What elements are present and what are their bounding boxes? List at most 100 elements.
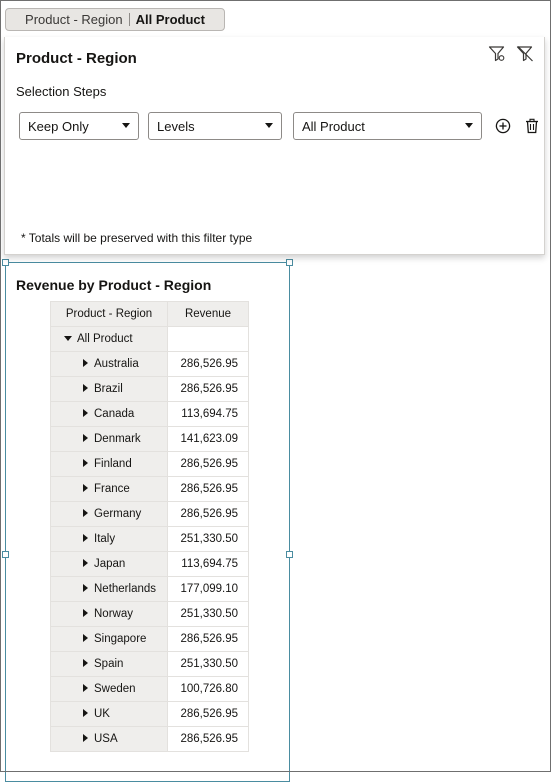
resize-handle-top-left[interactable] bbox=[2, 259, 9, 266]
root-row-value bbox=[167, 326, 249, 352]
row-label: Spain bbox=[94, 658, 124, 670]
root-row-header[interactable]: All Product bbox=[50, 326, 168, 352]
revenue-cell: 286,526.95 bbox=[167, 476, 249, 502]
row-label: Japan bbox=[94, 558, 126, 570]
expand-triangle-icon[interactable] bbox=[83, 534, 88, 543]
table-row: Canada 113,694.75 bbox=[50, 401, 249, 427]
row-label: Denmark bbox=[94, 433, 141, 445]
row-header[interactable]: Canada bbox=[50, 401, 168, 427]
expand-triangle-icon[interactable] bbox=[83, 609, 88, 618]
expand-triangle-icon[interactable] bbox=[83, 484, 88, 493]
filter-panel-title: Product - Region bbox=[16, 50, 137, 67]
table-row: Brazil 286,526.95 bbox=[50, 376, 249, 402]
revenue-cell: 286,526.95 bbox=[167, 626, 249, 652]
table-row: Japan 113,694.75 bbox=[50, 551, 249, 577]
chevron-down-icon bbox=[465, 123, 473, 128]
expand-triangle-icon[interactable] bbox=[83, 559, 88, 568]
table-row: Italy 251,330.50 bbox=[50, 526, 249, 552]
expand-triangle-icon[interactable] bbox=[83, 509, 88, 518]
row-header[interactable]: Spain bbox=[50, 651, 168, 677]
filter-panel-toolbar bbox=[488, 45, 534, 63]
row-label: Brazil bbox=[94, 383, 123, 395]
expand-triangle-icon[interactable] bbox=[83, 709, 88, 718]
row-label: France bbox=[94, 483, 130, 495]
row-header[interactable]: UK bbox=[50, 701, 168, 727]
viz-title: Revenue by Product - Region bbox=[16, 277, 212, 293]
row-header[interactable]: Finland bbox=[50, 451, 168, 477]
row-header[interactable]: USA bbox=[50, 726, 168, 752]
totals-footnote: * Totals will be preserved with this fil… bbox=[21, 231, 253, 245]
row-header[interactable]: France bbox=[50, 476, 168, 502]
row-header[interactable]: Germany bbox=[50, 501, 168, 527]
revenue-cell: 141,623.09 bbox=[167, 426, 249, 452]
step-action-value: Keep Only bbox=[28, 118, 89, 134]
row-header[interactable]: Brazil bbox=[50, 376, 168, 402]
row-header[interactable]: Netherlands bbox=[50, 576, 168, 602]
row-label: Sweden bbox=[94, 683, 136, 695]
clear-filter-icon[interactable] bbox=[516, 45, 534, 63]
step-action-select[interactable]: Keep Only bbox=[19, 112, 139, 140]
resize-handle-top-right[interactable] bbox=[286, 259, 293, 266]
row-header[interactable]: Australia bbox=[50, 351, 168, 377]
table-row-root: All Product bbox=[50, 326, 249, 352]
filter-panel: Product - Region Selection Steps Keep On… bbox=[4, 37, 545, 255]
row-label: Netherlands bbox=[94, 583, 157, 595]
table-row: Finland 286,526.95 bbox=[50, 451, 249, 477]
row-label: Singapore bbox=[94, 633, 147, 645]
row-label: Norway bbox=[94, 608, 133, 620]
filter-pill[interactable]: Product - Region All Product bbox=[5, 8, 225, 31]
table-row: Spain 251,330.50 bbox=[50, 651, 249, 677]
row-label: UK bbox=[94, 708, 110, 720]
expand-triangle-icon[interactable] bbox=[83, 634, 88, 643]
expand-triangle-icon[interactable] bbox=[83, 659, 88, 668]
collapse-triangle-icon[interactable] bbox=[64, 335, 72, 341]
row-header[interactable]: Sweden bbox=[50, 676, 168, 702]
column-header-revenue[interactable]: Revenue bbox=[167, 301, 249, 327]
expand-triangle-icon[interactable] bbox=[83, 359, 88, 368]
resize-handle-right[interactable] bbox=[286, 551, 293, 558]
step-method-value: Levels bbox=[157, 118, 195, 134]
pill-divider bbox=[128, 13, 130, 26]
filter-settings-icon[interactable] bbox=[488, 45, 506, 63]
expand-triangle-icon[interactable] bbox=[83, 459, 88, 468]
expand-triangle-icon[interactable] bbox=[83, 409, 88, 418]
column-header-product-region[interactable]: Product - Region bbox=[50, 301, 168, 327]
step-method-select[interactable]: Levels bbox=[148, 112, 282, 140]
row-header[interactable]: Denmark bbox=[50, 426, 168, 452]
step-target-select[interactable]: All Product bbox=[293, 112, 482, 140]
row-header[interactable]: Japan bbox=[50, 551, 168, 577]
table-row: Australia 286,526.95 bbox=[50, 351, 249, 377]
expand-triangle-icon[interactable] bbox=[83, 434, 88, 443]
row-header[interactable]: Italy bbox=[50, 526, 168, 552]
filter-pill-name: Product - Region bbox=[25, 12, 123, 27]
expand-triangle-icon[interactable] bbox=[83, 384, 88, 393]
filter-pill-value: All Product bbox=[135, 12, 205, 27]
step-target-value: All Product bbox=[302, 118, 365, 134]
resize-handle-left[interactable] bbox=[2, 551, 9, 558]
row-header[interactable]: Singapore bbox=[50, 626, 168, 652]
pivot-visualization[interactable]: Revenue by Product - Region Product - Re… bbox=[2, 259, 293, 782]
revenue-cell: 251,330.50 bbox=[167, 651, 249, 677]
trash-icon[interactable] bbox=[524, 118, 540, 134]
table-row: France 286,526.95 bbox=[50, 476, 249, 502]
revenue-cell: 286,526.95 bbox=[167, 451, 249, 477]
pivot-table: Product - Region Revenue All Product Aus… bbox=[50, 301, 249, 752]
expand-triangle-icon[interactable] bbox=[83, 734, 88, 743]
table-row: Norway 251,330.50 bbox=[50, 601, 249, 627]
revenue-cell: 100,726.80 bbox=[167, 676, 249, 702]
revenue-cell: 113,694.75 bbox=[167, 401, 249, 427]
expand-triangle-icon[interactable] bbox=[83, 684, 88, 693]
chevron-down-icon bbox=[265, 123, 273, 128]
expand-triangle-icon[interactable] bbox=[83, 584, 88, 593]
selection-steps-label: Selection Steps bbox=[16, 84, 107, 99]
revenue-cell: 113,694.75 bbox=[167, 551, 249, 577]
revenue-cell: 286,526.95 bbox=[167, 726, 249, 752]
table-row: Denmark 141,623.09 bbox=[50, 426, 249, 452]
add-circle-icon[interactable] bbox=[495, 118, 511, 134]
row-label: Canada bbox=[94, 408, 135, 420]
revenue-cell: 177,099.10 bbox=[167, 576, 249, 602]
chevron-down-icon bbox=[122, 123, 130, 128]
table-row: UK 286,526.95 bbox=[50, 701, 249, 727]
row-header[interactable]: Norway bbox=[50, 601, 168, 627]
row-label: Italy bbox=[94, 533, 116, 545]
